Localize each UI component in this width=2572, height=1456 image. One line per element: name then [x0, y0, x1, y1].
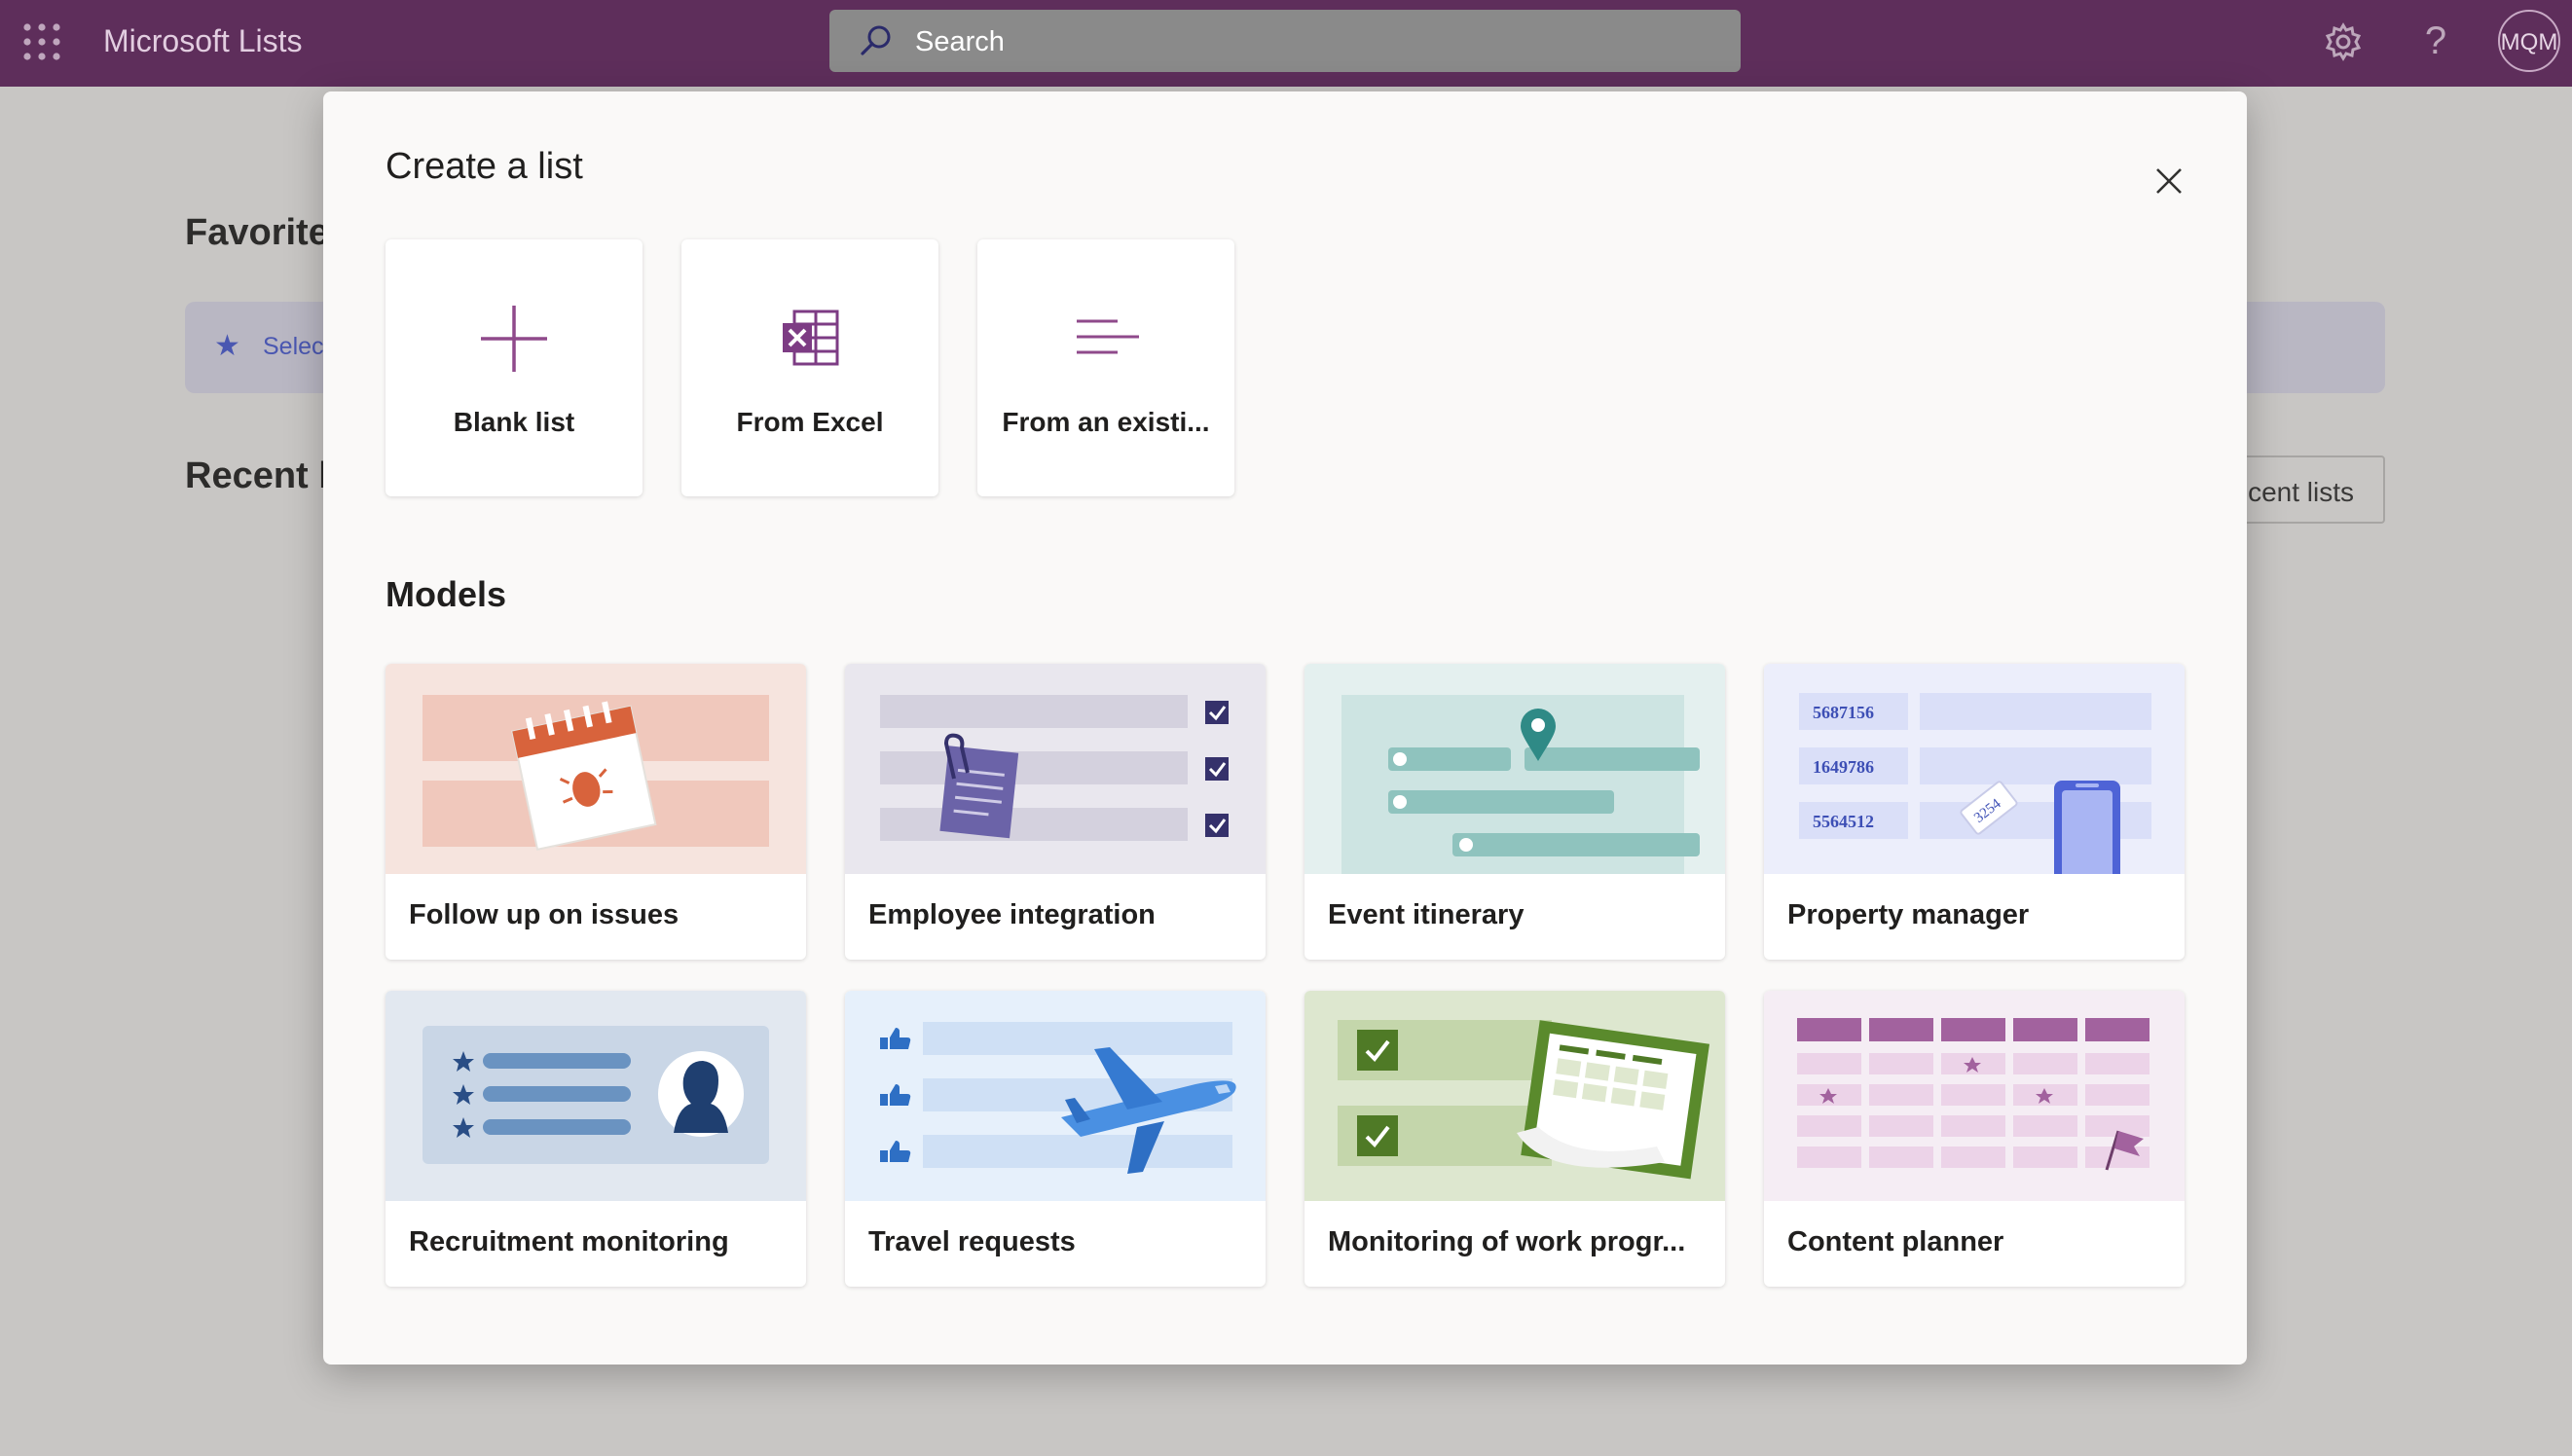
employee-thumbnail [845, 664, 1266, 874]
candidate-illustration [386, 991, 806, 1201]
calendar-grid-illustration [1764, 991, 2185, 1201]
property-number: 5564512 [1813, 812, 1874, 831]
favorites-hint: Selec [263, 333, 324, 360]
from-excel-label: From Excel [736, 407, 884, 437]
progress-board-illustration [1304, 991, 1725, 1201]
template-label: Content planner [1787, 1226, 2004, 1257]
blank-list-label: Blank list [453, 407, 575, 437]
template-label: Employee integration [868, 899, 1156, 930]
recent-lists-label: cent lists [2248, 477, 2354, 507]
checklist-illustration [845, 664, 1266, 874]
property-number: 1649786 [1813, 757, 1874, 777]
work-progress-thumbnail [1304, 991, 1725, 1201]
template-recruitment-monitoring[interactable]: Recruitment monitoring [386, 991, 806, 1287]
models-heading: Models [386, 574, 507, 614]
airplane-illustration [845, 991, 1266, 1201]
template-travel-requests[interactable]: Travel requests [845, 991, 1266, 1287]
template-label: Travel requests [868, 1226, 1076, 1257]
template-label: Property manager [1787, 899, 2030, 930]
template-employee-integration[interactable]: Employee integration [845, 664, 1266, 960]
recruitment-thumbnail [386, 991, 806, 1201]
phone-tag-illustration: 5687156 1649786 5564512 3254 [1764, 664, 2185, 874]
template-label: Monitoring of work progr... [1328, 1226, 1686, 1257]
property-thumbnail: 5687156 1649786 5564512 3254 [1764, 664, 2185, 874]
plus-icon [481, 306, 547, 372]
itinerary-thumbnail [1304, 664, 1725, 874]
create-list-dialog: Create a list Blank list From Excel From… [323, 91, 2247, 1365]
template-label: Recruitment monitoring [409, 1226, 729, 1257]
blank-list-button[interactable]: Blank list [386, 239, 643, 496]
property-number: 5687156 [1813, 703, 1874, 722]
travel-thumbnail [845, 991, 1266, 1201]
help-icon[interactable]: ? [2414, 14, 2457, 68]
dialog-title: Create a list [386, 146, 583, 187]
app-title[interactable]: Microsoft Lists [103, 23, 302, 59]
issues-thumbnail [386, 664, 806, 874]
planner-thumbnail [1764, 991, 2185, 1201]
template-label: Event itinerary [1328, 899, 1525, 930]
template-label: Follow up on issues [409, 899, 680, 930]
excel-icon [783, 309, 839, 366]
recent-heading: Recent l [185, 455, 329, 496]
template-follow-up-on-issues[interactable]: Follow up on issues [386, 664, 806, 960]
from-excel-button[interactable]: From Excel [681, 239, 938, 496]
template-event-itinerary[interactable]: Event itinerary [1304, 664, 1725, 960]
search-placeholder: Search [915, 26, 1005, 57]
search-icon [861, 25, 891, 55]
waffle-icon[interactable] [21, 21, 62, 62]
avatar[interactable]: MQM [2498, 10, 2560, 72]
close-icon[interactable] [2149, 162, 2188, 200]
favorites-heading: Favorite [185, 212, 329, 253]
calendar-bug-illustration [386, 664, 806, 874]
existing-list-icon [1077, 319, 1139, 354]
search-box[interactable]: Search [829, 10, 1741, 72]
template-content-planner[interactable]: Content planner [1764, 991, 2185, 1287]
gear-icon[interactable] [2323, 21, 2364, 62]
top-bar: Microsoft Lists Search ? MQM [0, 0, 2572, 87]
from-existing-list-label: From an existi... [1002, 407, 1210, 437]
template-property-manager[interactable]: 5687156 1649786 5564512 3254 Property ma… [1764, 664, 2185, 960]
from-existing-list-button[interactable]: From an existi... [977, 239, 1234, 496]
template-work-progress[interactable]: Monitoring of work progr... [1304, 991, 1725, 1287]
star-icon: ★ [214, 330, 240, 362]
map-pin-illustration [1304, 664, 1725, 874]
